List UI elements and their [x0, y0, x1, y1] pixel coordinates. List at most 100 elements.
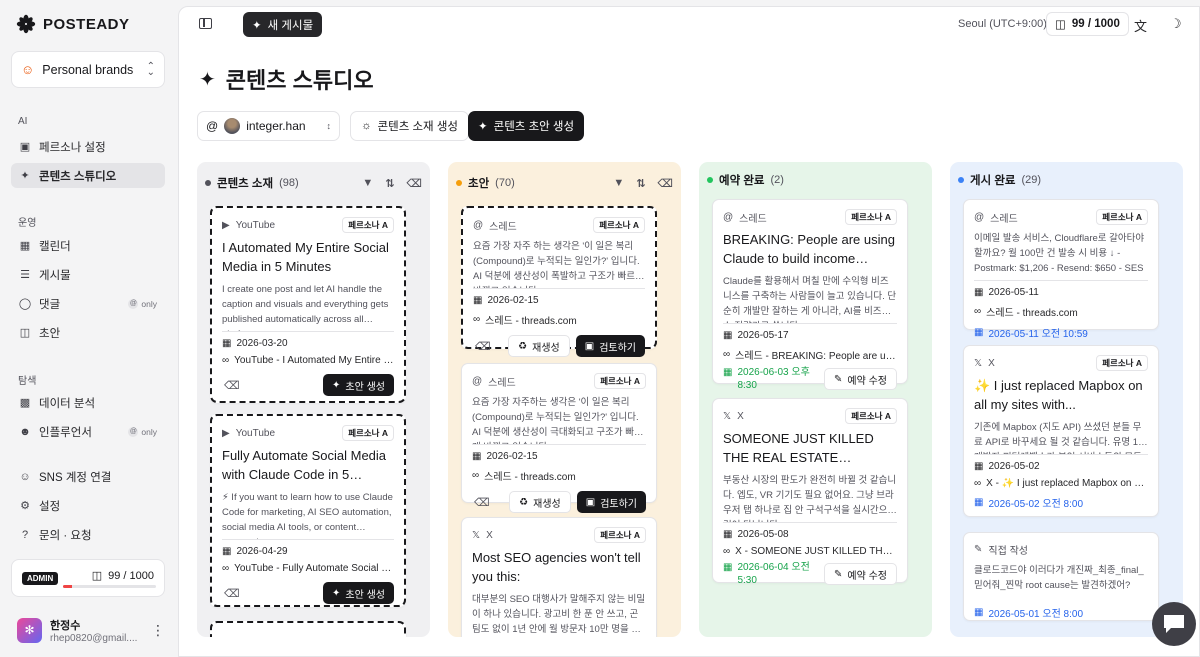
column-title: 예약 완료: [719, 175, 765, 187]
at-icon: @: [128, 426, 139, 437]
sidebar-item-content-studio[interactable]: ✦ 콘텐츠 스튜디오: [11, 163, 165, 188]
card-title: Fully Automate Social Media with Claude …: [222, 448, 387, 482]
published-card[interactable]: 𝕏 X 페르소나 A ✨ I just replaced Mapbox on all…: [963, 345, 1159, 517]
translate-icon[interactable]: 文: [1134, 16, 1147, 35]
card-link[interactable]: 스레드 - threads.com: [485, 312, 577, 327]
new-post-button[interactable]: ✦ 새 게시물: [243, 12, 323, 37]
card-title: SOMEONE JUST KILLED THE REAL ESTATE INDU…: [723, 431, 874, 465]
sidebar-item-calendar[interactable]: ▦ 캘린더: [11, 233, 165, 258]
sidebar-item-posts[interactable]: ☰ 게시물: [11, 262, 165, 287]
sidebar-item-influencers[interactable]: ☻ 인플루언서 @ only: [11, 419, 165, 444]
create-draft-button[interactable]: ✦ 초안 생성: [323, 582, 394, 604]
x-icon: 𝕏: [472, 529, 481, 541]
edit-schedule-button[interactable]: ✎ 예약 수정: [824, 563, 897, 585]
sidebar-item-settings[interactable]: ⚙ 설정: [11, 493, 165, 518]
card-title: Most SEO agencies won't tell you this:: [472, 550, 641, 584]
link-icon: ∞: [222, 563, 230, 574]
calendar-icon: ▦: [974, 287, 984, 298]
card-title: ✨ I just replaced Mapbox on all my sites…: [974, 378, 1143, 412]
card-link[interactable]: 스레드 - threads.com: [484, 468, 576, 483]
timezone[interactable]: Seoul (UTC+9:00): [958, 18, 1047, 30]
sidebar-item-analytics[interactable]: ▩ 데이터 분석: [11, 390, 165, 415]
sort-icon[interactable]: ⇅: [385, 177, 394, 190]
sort-icon[interactable]: ⇅: [636, 177, 645, 190]
x-icon: 𝕏: [974, 357, 983, 369]
card-link[interactable]: YouTube - I Automated My Entire Social M…: [234, 355, 394, 366]
at-icon: @: [128, 298, 139, 309]
calendar-icon: ▦: [974, 461, 984, 472]
card-link[interactable]: YouTube - Fully Automate Social Media wi…: [234, 563, 394, 574]
column-count: (29): [1021, 174, 1042, 186]
sidebar-item-comments[interactable]: ◯ 댓글 @ only: [11, 291, 165, 316]
user-menu[interactable]: ✻ 한정수 rhep0820@gmail.... ⋮: [17, 615, 165, 645]
card-link[interactable]: 스레드 - threads.com: [986, 304, 1078, 319]
card-body: ⚡ If you want to learn how to use Claude…: [222, 490, 394, 540]
brand-selector[interactable]: ☺ Personal brands ⌃ ⌄: [11, 51, 165, 88]
coins-icon: ◫: [91, 570, 103, 582]
card-date: 2026-05-11: [988, 287, 1039, 298]
regenerate-button[interactable]: ♻ 재생성: [508, 335, 570, 357]
published-card[interactable]: ✎ 직접 작성 클로드코드야 이러다가 개진짜_최종_final_믿어줘_찐막 r…: [963, 532, 1159, 621]
more-vertical-icon[interactable]: ⋮: [151, 622, 165, 639]
draft-card[interactable]: 𝕏 X 페르소나 A Most SEO agencies won't tell yo…: [461, 517, 657, 637]
calendar-check-icon: ▦: [974, 607, 984, 618]
calendar-icon: ▦: [473, 295, 483, 306]
credit-usage[interactable]: ADMIN ◫ 99 / 1000: [11, 559, 165, 597]
card-link[interactable]: 스레드 - BREAKING: People are using Claude …: [735, 347, 897, 362]
card-body: 부동산 시장의 판도가 완전히 바뀔 것 같습니다. 엡도, VR 기기도 필요…: [723, 473, 897, 523]
status-dot: [707, 177, 713, 183]
persona-badge: 페르소나 A: [594, 527, 646, 543]
app-logo[interactable]: POSTEADY: [16, 14, 130, 34]
draft-card[interactable]: @ 스레드 페르소나 A 요즘 가장 자주 하는 생각은 '이 일은 복리(Comp…: [461, 206, 657, 357]
brand-selector-label: Personal brands: [42, 62, 134, 77]
trash-icon[interactable]: ⌫: [475, 340, 491, 353]
edit-schedule-button[interactable]: ✎ 예약 수정: [824, 368, 897, 390]
sidebar-item-persona[interactable]: ▣ 페르소나 설정: [11, 134, 165, 159]
material-card[interactable]: ▶ YouTube 페르소나 A I Automated My Entire Soc…: [210, 206, 406, 403]
account-selector[interactable]: @ integer.han ↕: [197, 111, 340, 141]
moon-icon[interactable]: ☽: [1170, 16, 1182, 32]
trash-icon[interactable]: ⌫: [224, 379, 240, 392]
sidebar-item-drafts[interactable]: ◫ 초안: [11, 320, 165, 345]
scheduled-card[interactable]: @ 스레드 페르소나 A BREAKING: People are using Cl…: [712, 199, 908, 391]
review-button[interactable]: ▣ 검토하기: [576, 491, 646, 513]
generate-draft-button[interactable]: ✦ 콘텐츠 초안 생성: [468, 111, 585, 141]
card-link[interactable]: X - ✨ I just replaced Mapbox on all my s…: [986, 478, 1148, 489]
draft-card[interactable]: @ 스레드 페르소나 A 요즘 가장 자주하는 생각은 '이 일은 복리(Compo…: [461, 363, 657, 513]
review-button[interactable]: ▣ 검토하기: [575, 335, 645, 357]
trash-icon[interactable]: ⌫: [474, 496, 490, 509]
link-icon: ∞: [222, 355, 230, 366]
regenerate-button[interactable]: ♻ 재생성: [509, 491, 571, 513]
sidebar-item-help[interactable]: ? 문의 · 요청: [11, 522, 165, 547]
sidebar-item-sns-connect[interactable]: ☺ SNS 계정 연결: [11, 464, 165, 489]
column-scheduled: 예약 완료 (2) @ 스레드 페르소나 A BREAKING: People ar…: [699, 162, 932, 637]
trash-icon[interactable]: ⌫: [406, 177, 422, 190]
credit-pill[interactable]: ◫ 99 / 1000: [1046, 12, 1129, 36]
posted-time: 2026-05-02 오전 8:00: [988, 499, 1084, 510]
generate-material-button[interactable]: ☼ 콘텐츠 소재 생성: [350, 111, 469, 141]
material-card[interactable]: [210, 621, 406, 637]
filter-icon[interactable]: ▼: [613, 177, 624, 190]
material-card[interactable]: ▶ YouTube 페르소나 A Fully Automate Social Med…: [210, 414, 406, 607]
page-title: ✦ 콘텐츠 스튜디오: [199, 68, 374, 93]
column-drafts: 초안 (70) ▼ ⇅ ⌫ @ 스레드 페르소나 A 요즘 가장 자주 하는 생각은…: [448, 162, 681, 637]
admin-badge: ADMIN: [22, 572, 59, 585]
published-card[interactable]: @ 스레드 페르소나 A 이메일 발송 서비스, Cloudflare로 갈아타야 …: [963, 199, 1159, 340]
trash-icon[interactable]: ⌫: [224, 587, 240, 600]
user-email: rhep0820@gmail....: [50, 632, 138, 644]
filter-icon[interactable]: ▼: [362, 177, 373, 190]
scheduled-card[interactable]: 𝕏 X 페르소나 A SOMEONE JUST KILLED THE REAL ES…: [712, 398, 908, 586]
persona-badge: 페르소나 A: [1096, 209, 1148, 225]
chat-support-button[interactable]: [1152, 602, 1196, 646]
card-date: 2026-05-17: [737, 330, 789, 341]
card-link[interactable]: X - SOMEONE JUST KILLED THE REAL ESTATE …: [735, 546, 897, 557]
sidebar-toggle-icon[interactable]: [199, 18, 212, 29]
calendar-icon: ▦: [19, 240, 31, 252]
card-body: 클로드코드야 이러다가 개진짜_최종_final_믿어줘_찐막 root cau…: [974, 565, 1144, 591]
wand-icon: ✦: [478, 121, 488, 133]
help-icon: ?: [21, 528, 29, 541]
trash-icon[interactable]: ⌫: [657, 177, 673, 190]
avatar: ✻: [17, 617, 42, 643]
create-draft-button[interactable]: ✦ 초안 생성: [323, 374, 394, 396]
card-body: 이메일 발송 서비스, Cloudflare로 갈아타야 할까요? 월 100만…: [974, 231, 1148, 281]
